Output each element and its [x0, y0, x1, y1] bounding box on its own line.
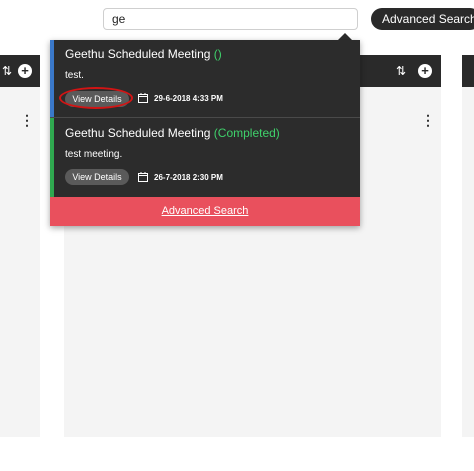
- result-datetime: 26-7-2018 2:30 PM: [154, 173, 223, 182]
- sort-arrows-icon[interactable]: ⇅: [2, 64, 12, 78]
- result-title: Geethu Scheduled Meeting (): [65, 47, 222, 61]
- dropdown-caret: [338, 33, 352, 40]
- result-description: test meeting.: [65, 149, 123, 160]
- column-header-left: ⇅ +: [0, 55, 40, 87]
- plus-circle-icon[interactable]: +: [18, 64, 32, 78]
- result-datetime: 29-6-2018 4:33 PM: [154, 94, 223, 103]
- kebab-menu-icon[interactable]: ⋮: [20, 113, 34, 127]
- result-description: test.: [65, 70, 84, 81]
- view-details-button[interactable]: View Details: [59, 87, 133, 109]
- result-item[interactable]: Geethu Scheduled Meeting (Completed) tes…: [50, 118, 360, 197]
- dropdown-footer: Advanced Search: [50, 197, 360, 226]
- calendar-icon: [138, 172, 148, 182]
- calendar-icon: [138, 93, 148, 103]
- top-bar: ge Advanced Search: [0, 0, 474, 36]
- view-details-label: View Details: [72, 172, 122, 182]
- board-column-right: [462, 55, 474, 437]
- advanced-search-button[interactable]: Advanced Search: [371, 8, 474, 30]
- sort-arrows-icon[interactable]: ⇅: [396, 64, 406, 78]
- search-input[interactable]: ge: [103, 8, 358, 30]
- advanced-search-link[interactable]: Advanced Search: [162, 205, 249, 217]
- plus-circle-icon[interactable]: +: [418, 64, 432, 78]
- result-status: (): [213, 47, 222, 61]
- annotation-circle: [59, 87, 133, 109]
- board-column-left: ⇅ + ⋮: [0, 55, 40, 437]
- advanced-search-label: Advanced Search: [382, 12, 474, 26]
- column-header-right: [462, 55, 474, 87]
- view-details-button[interactable]: View Details: [65, 169, 129, 185]
- result-item[interactable]: Geethu Scheduled Meeting () test. View D…: [50, 40, 360, 117]
- result-title: Geethu Scheduled Meeting (Completed): [65, 126, 280, 140]
- result-status: (Completed): [213, 126, 280, 140]
- kebab-menu-icon[interactable]: ⋮: [421, 113, 435, 127]
- search-results-dropdown: Geethu Scheduled Meeting () test. View D…: [50, 40, 360, 226]
